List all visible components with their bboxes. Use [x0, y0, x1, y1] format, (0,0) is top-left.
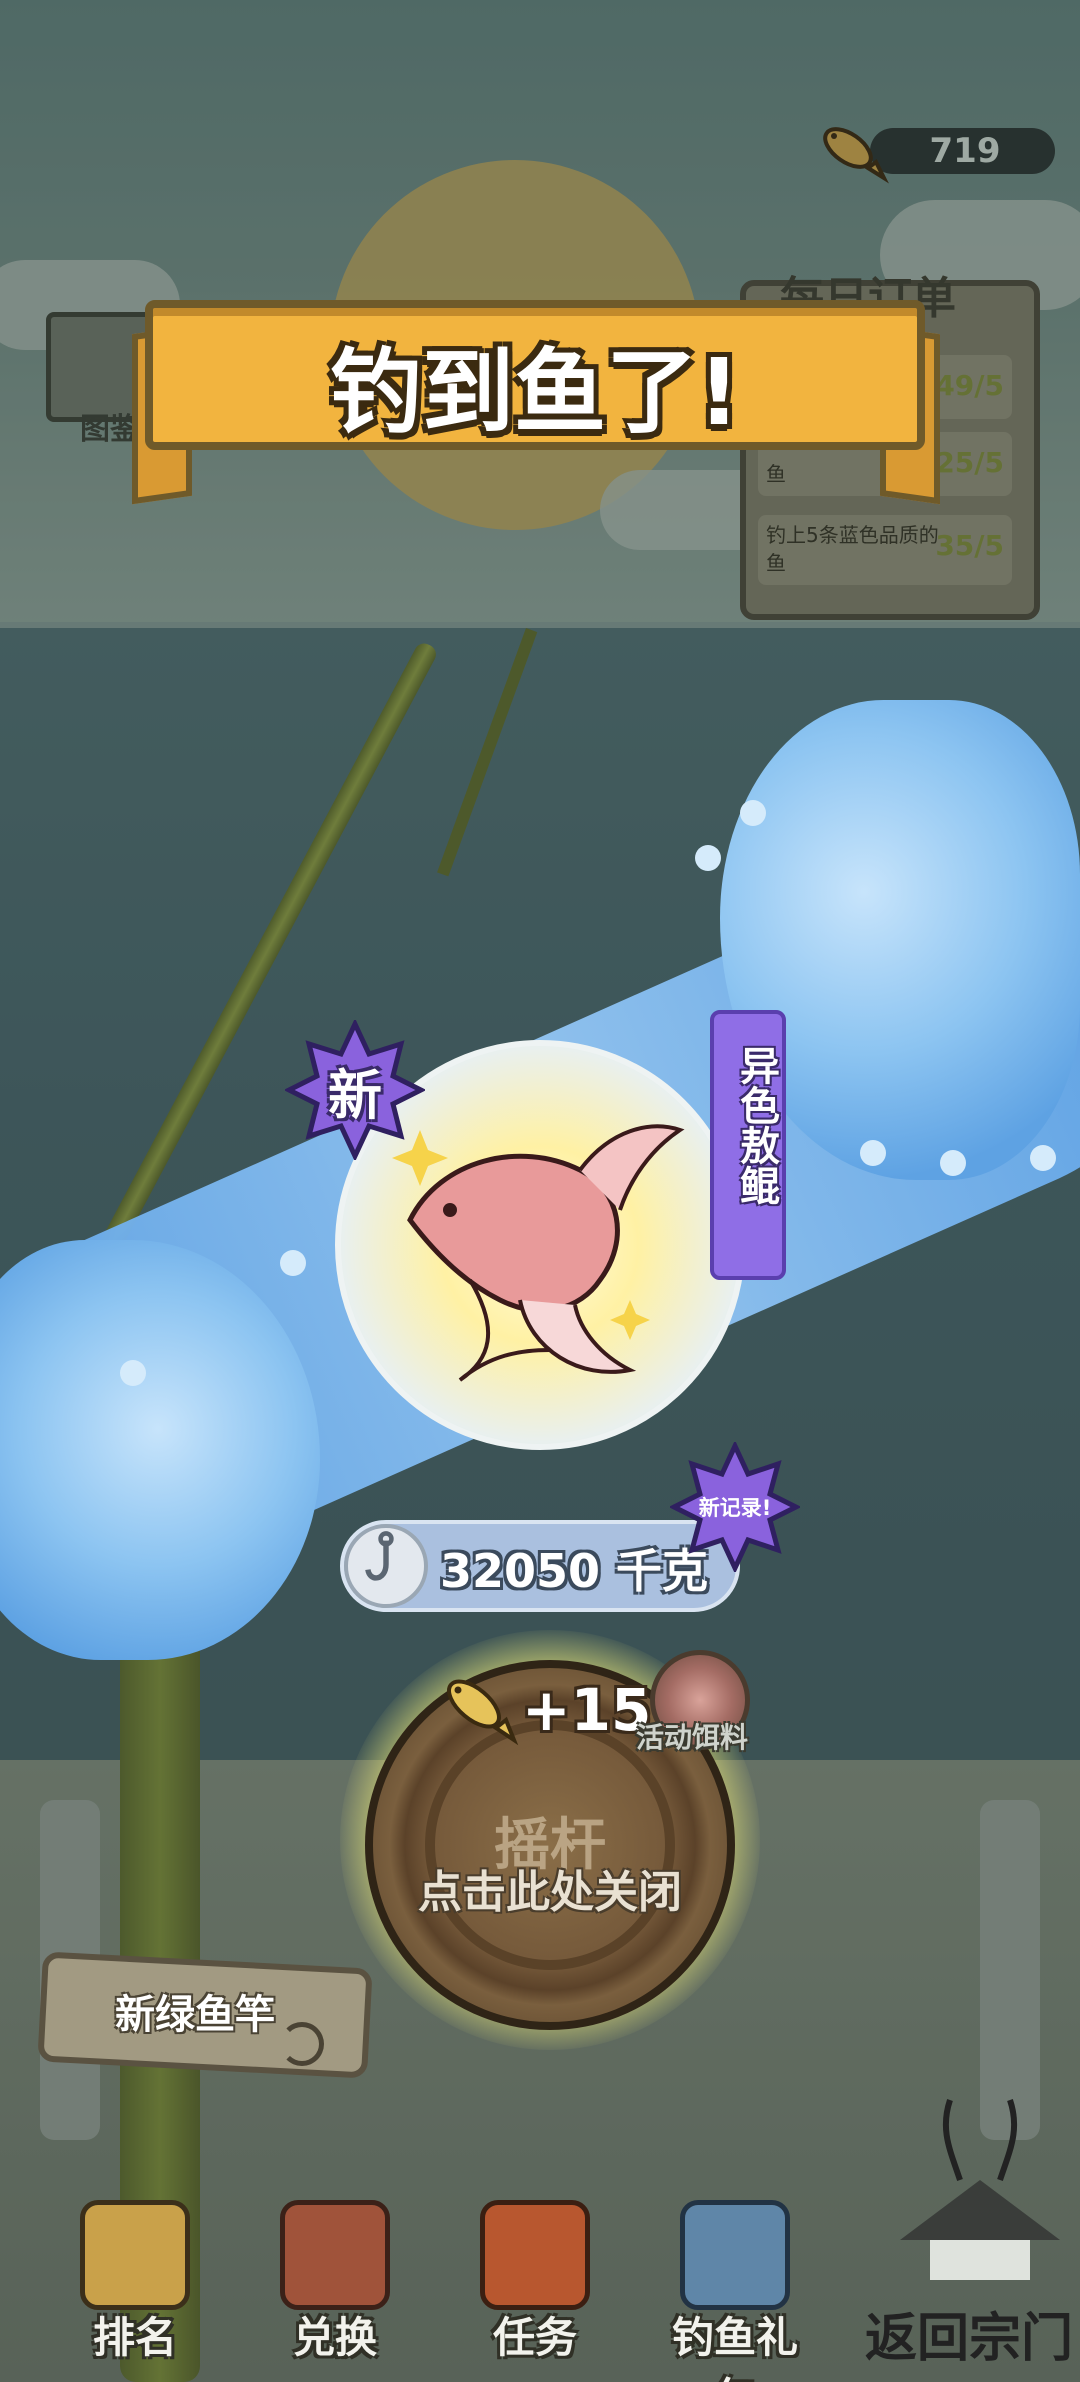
water-droplet — [860, 1140, 886, 1166]
water-droplet — [940, 1150, 966, 1176]
fish-illustration-icon — [392, 1124, 685, 1382]
ranking-icon — [80, 2200, 190, 2310]
task-book-icon — [480, 2200, 590, 2310]
result-title: 钓到鱼了! — [330, 339, 740, 446]
new-badge-label: 新 — [328, 1063, 382, 1127]
water-droplet — [280, 1250, 306, 1276]
new-record-label: 新记录! — [698, 1496, 772, 1520]
water-droplet — [1030, 1145, 1056, 1171]
fishing-gift-icon — [680, 2200, 790, 2310]
nav-ranking-label: 排名 — [92, 2313, 177, 2362]
nav-exchange-label: 兑换 — [292, 2313, 377, 2362]
water-droplet — [740, 800, 766, 826]
reward-amount: +15 — [522, 1676, 652, 1744]
nav-tasks[interactable]: 任务 — [460, 2200, 610, 2370]
return-to-sect-button[interactable]: 返回宗门 — [865, 2296, 1073, 2371]
new-badge: 新 — [285, 1020, 425, 1160]
water-droplet — [120, 1360, 146, 1386]
nav-fishing-gift-label: 钓鱼礼包 — [671, 2313, 798, 2382]
nav-ranking[interactable]: 排名 — [60, 2200, 210, 2370]
nav-exchange[interactable]: 兑换 — [260, 2200, 410, 2370]
fish-name: 异色敖鲲 — [733, 1045, 779, 1205]
new-record-badge: 新记录! — [670, 1442, 800, 1572]
fish-coin-icon — [447, 1679, 519, 1746]
nav-fishing-gift[interactable]: 钓鱼礼包 — [660, 2200, 810, 2382]
nav-tasks-label: 任务 — [492, 2313, 577, 2362]
swap-rod-icon[interactable] — [280, 2022, 324, 2066]
water-droplet — [695, 845, 721, 871]
close-hint[interactable]: 点击此处关闭 — [365, 1856, 735, 1920]
treasure-chest-icon — [280, 2200, 390, 2310]
event-bait-label: 活动饵料 — [636, 1721, 749, 1754]
scale-hook-icon — [344, 1524, 428, 1608]
fish-weight: 32050 千克 — [440, 1544, 709, 1598]
sect-pavilion-icon[interactable] — [880, 2090, 1080, 2290]
